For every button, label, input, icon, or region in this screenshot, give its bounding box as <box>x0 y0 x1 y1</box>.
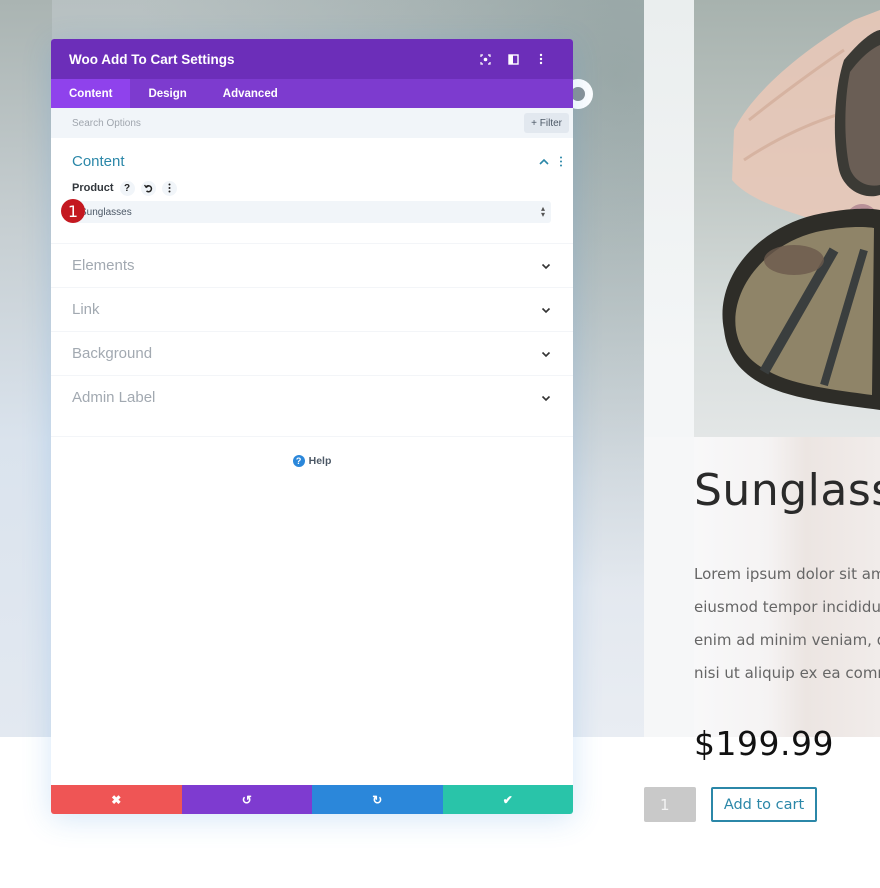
hero-background-left <box>0 0 52 737</box>
section-elements[interactable]: Elements <box>51 243 573 287</box>
focus-icon[interactable] <box>471 49 499 69</box>
quantity-input[interactable] <box>644 787 696 822</box>
section-title: Background <box>72 345 153 362</box>
tab-advanced[interactable]: Advanced <box>205 79 296 108</box>
redo-button[interactable]: ↻ <box>312 785 443 814</box>
cancel-button[interactable]: ✖ <box>51 785 182 814</box>
description-line: nisi ut aliquip ex ea commodo <box>694 664 880 682</box>
save-button[interactable]: ✔ <box>442 785 573 814</box>
product-title: Sunglasses <box>694 465 880 516</box>
chevron-up-icon[interactable] <box>539 158 549 165</box>
globe-icon <box>571 87 585 101</box>
description-line: enim ad minim veniam, quis <box>694 631 880 649</box>
tab-bar: Content Design Advanced <box>51 79 573 108</box>
section-title: Link <box>72 301 100 318</box>
product-image <box>694 0 880 437</box>
content-section: Content Product ? 1 Sunglasses ▴ ▾ <box>51 138 573 243</box>
add-to-cart-button[interactable]: Add to cart <box>711 787 817 822</box>
sunglasses-photo <box>722 10 880 410</box>
chevron-down-icon <box>541 351 551 357</box>
redo-icon: ↻ <box>372 792 383 807</box>
product-price: $199.99 <box>694 724 834 763</box>
undo-button[interactable]: ↺ <box>181 785 312 814</box>
close-icon: ✖ <box>111 792 122 807</box>
help-icon[interactable]: ? <box>119 180 135 196</box>
product-description: Lorem ipsum dolor sit amet eiusmod tempo… <box>694 558 880 690</box>
undo-icon: ↺ <box>241 792 252 807</box>
modal-footer: ✖ ↺ ↻ ✔ <box>51 785 573 814</box>
product-select-value: Sunglasses <box>80 206 132 218</box>
section-title: Admin Label <box>72 389 156 406</box>
filter-button[interactable]: + Filter <box>524 113 569 133</box>
search-options-input[interactable] <box>72 117 525 129</box>
help-circle-icon: ? <box>292 455 305 467</box>
search-bar: + Filter <box>51 108 573 138</box>
more-icon[interactable] <box>161 180 177 196</box>
product-field-label-row: Product ? <box>72 180 563 196</box>
section-more-icon[interactable] <box>559 156 563 167</box>
product-select[interactable]: Sunglasses <box>72 201 551 223</box>
help-row: ? Help <box>51 436 573 467</box>
description-line: Lorem ipsum dolor sit amet <box>694 565 880 583</box>
tab-design[interactable]: Design <box>130 79 204 108</box>
section-link[interactable]: Link <box>51 287 573 331</box>
product-panel-left <box>644 437 694 737</box>
check-icon: ✔ <box>502 792 513 807</box>
help-link[interactable]: Help <box>309 455 332 467</box>
settings-modal: Woo Add To Cart Settings Content Design … <box>51 39 573 814</box>
product-field-label: Product <box>72 182 114 194</box>
section-title: Elements <box>72 257 135 274</box>
section-admin-label[interactable]: Admin Label <box>51 375 573 419</box>
tab-content[interactable]: Content <box>51 79 131 108</box>
split-view-icon[interactable] <box>499 49 527 69</box>
product-select-wrapper: 1 Sunglasses ▴ ▾ <box>61 199 551 223</box>
chevron-down-icon <box>541 263 551 269</box>
step-badge: 1 <box>61 199 85 223</box>
modal-header: Woo Add To Cart Settings <box>51 39 573 79</box>
content-section-header[interactable]: Content <box>72 150 563 172</box>
chevron-down-icon <box>541 307 551 313</box>
more-options-icon[interactable] <box>527 49 555 69</box>
select-arrows-icon: ▴ ▾ <box>540 204 545 219</box>
section-background[interactable]: Background <box>51 331 573 375</box>
chevron-down-icon <box>541 395 551 401</box>
description-line: eiusmod tempor incididunt <box>694 598 880 616</box>
content-section-title: Content <box>72 152 125 170</box>
reset-icon[interactable] <box>140 180 156 196</box>
modal-title: Woo Add To Cart Settings <box>69 51 235 67</box>
